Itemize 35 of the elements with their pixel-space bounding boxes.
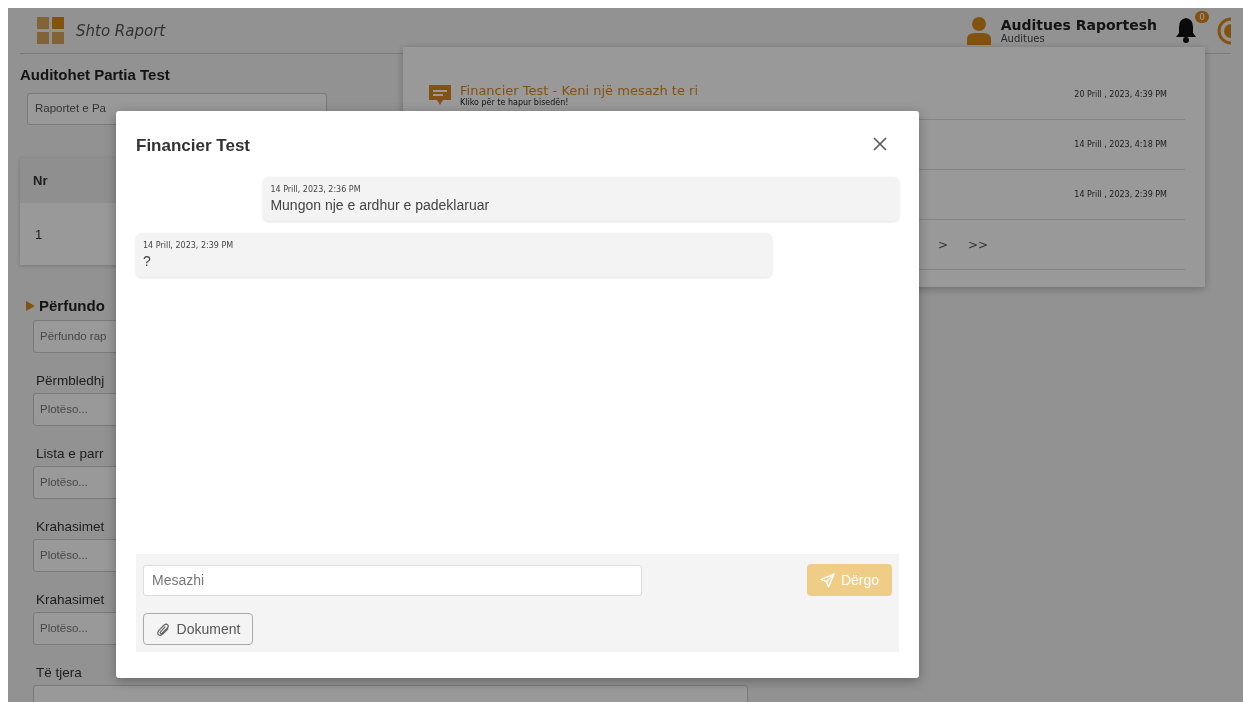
notification-badge: 0 xyxy=(1195,10,1209,23)
pagination-link[interactable]: >> xyxy=(968,237,989,252)
message-input[interactable]: Mesazhi xyxy=(143,564,642,596)
field-label: Lista e parr xyxy=(36,446,104,462)
notification-date: 20 Prill , 2023, 4:39 PM xyxy=(1074,90,1167,99)
field-label: Të tjera xyxy=(36,665,82,681)
message-text: Mungon nje e ardhur e padeklaruar xyxy=(270,197,491,213)
close-icon xyxy=(873,137,887,151)
column-header: Nr xyxy=(33,173,48,188)
notification-subtitle: Kliko për te hapur bisedën! xyxy=(460,97,570,107)
message-icon xyxy=(428,83,452,106)
dialog-title: Financier Test xyxy=(136,136,250,156)
paper-plane-icon xyxy=(819,572,835,588)
message-time: 14 Prill, 2023, 2:36 PM xyxy=(270,185,362,194)
paperclip-icon xyxy=(155,621,171,637)
message-time: 14 Prill, 2023, 2:39 PM xyxy=(143,241,235,250)
message-text: ? xyxy=(143,253,152,269)
section-title: Përfundo xyxy=(39,297,105,314)
notification-date: 14 Prill , 2023, 2:39 PM xyxy=(1074,190,1167,199)
triangle-icon[interactable] xyxy=(26,300,35,311)
user-icon xyxy=(966,16,991,45)
user-name: Auditues Raportesh xyxy=(1000,17,1157,33)
notification-title: Financier Test - Keni një mesazh te ri xyxy=(460,82,698,98)
field-label: Krahasimet xyxy=(36,519,105,535)
document-button[interactable]: Dokument xyxy=(143,613,253,645)
user-role: Auditues xyxy=(1000,33,1046,44)
page-title: Auditohet Partia Test xyxy=(20,66,171,83)
bell-icon[interactable] xyxy=(1175,16,1197,43)
field-label: Përmbledhj xyxy=(36,373,105,389)
field-label: Krahasimet xyxy=(36,592,105,608)
grid-logo-icon xyxy=(37,17,64,44)
app-title: Shto Raport xyxy=(76,21,166,40)
table-cell: 1 xyxy=(35,226,43,242)
notification-date: 14 Prill , 2023, 4:18 PM xyxy=(1074,140,1167,149)
pagination-link[interactable]: > xyxy=(938,237,949,252)
